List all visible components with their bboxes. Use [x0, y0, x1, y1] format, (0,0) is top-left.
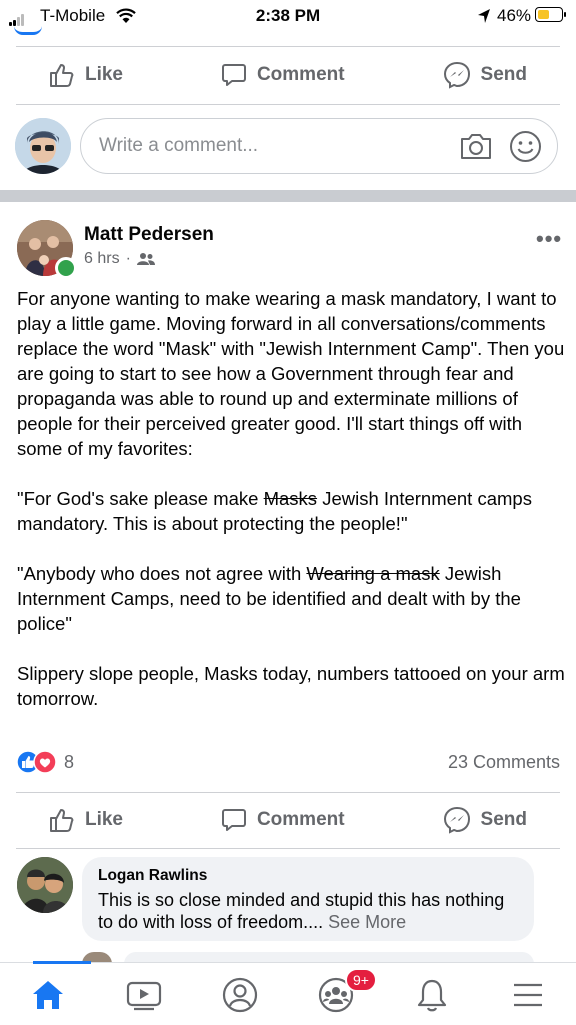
comment-icon [221, 809, 246, 831]
status-bar: T-Mobile 2:38 PM 46% [0, 0, 576, 35]
commenter-avatar-image [17, 857, 73, 913]
see-more-link[interactable]: See More [328, 912, 406, 932]
post-text: "For God's sake please make [17, 488, 264, 509]
video-icon [126, 981, 162, 1011]
previous-post-avatar-edge [14, 26, 42, 35]
post-paragraph: "For God's sake please make Masks Jewish… [17, 486, 565, 536]
online-status-dot [55, 257, 77, 279]
emoji-icon[interactable] [509, 130, 542, 163]
battery-icon [535, 7, 566, 22]
thumbs-up-icon [49, 64, 74, 87]
nav-notifications[interactable] [412, 975, 452, 1015]
nav-home[interactable] [28, 975, 68, 1015]
post-time[interactable]: 6 hrs [84, 250, 120, 268]
location-arrow-icon [478, 9, 490, 23]
comment-button[interactable]: Comment [221, 807, 345, 833]
user-avatar[interactable] [15, 118, 71, 174]
like-label: Like [84, 809, 123, 830]
like-button[interactable]: Like [49, 62, 123, 88]
profile-icon [222, 977, 258, 1013]
post-options-icon[interactable]: ••• [536, 226, 562, 252]
friends-audience-icon[interactable] [136, 252, 155, 266]
comment-body: This is so close minded and stupid this … [98, 890, 505, 932]
struck-text: Wearing a mask [306, 563, 440, 584]
nav-active-indicator [33, 961, 91, 964]
camera-icon[interactable] [459, 131, 493, 161]
comments-count[interactable]: 23 Comments [0, 752, 560, 773]
bottom-nav [0, 962, 576, 1025]
messenger-icon [443, 61, 470, 89]
comment-label: Comment [256, 64, 345, 85]
hamburger-menu-icon [514, 983, 542, 1007]
post-meta: 6 hrs · [84, 250, 155, 268]
comment-label: Comment [256, 809, 345, 830]
comment-bubble[interactable]: Logan Rawlins This is so close minded an… [82, 857, 534, 941]
comment-icon [221, 64, 246, 86]
comment-input-placeholder: Write a comment... [99, 135, 259, 156]
like-label: Like [84, 64, 123, 85]
meta-separator-dot: · [125, 250, 131, 267]
nav-profile[interactable] [220, 975, 260, 1015]
post-text: "Anybody who does not agree with [17, 563, 307, 584]
comment-text: This is so close minded and stupid this … [98, 889, 518, 933]
post-separator [0, 190, 576, 202]
send-button[interactable]: Send [443, 806, 527, 834]
comment-button[interactable]: Comment [221, 62, 345, 88]
send-label: Send [480, 64, 527, 85]
nav-watch[interactable] [124, 975, 164, 1015]
divider [16, 848, 560, 849]
commenter-name[interactable]: Logan Rawlins [98, 867, 518, 885]
commenter-avatar[interactable] [17, 857, 73, 913]
nav-menu[interactable] [508, 975, 548, 1015]
thumbs-up-icon [49, 809, 74, 832]
bell-icon [417, 979, 447, 1012]
post-paragraph: For anyone wanting to make wearing a mas… [17, 288, 565, 459]
previous-post-action-bar: Like Comment Send [0, 45, 576, 105]
home-icon [33, 981, 63, 1009]
post-paragraph: "Anybody who does not agree with Wearing… [17, 561, 565, 636]
send-button[interactable]: Send [443, 61, 527, 89]
battery-percent: 46% [497, 6, 532, 25]
send-label: Send [480, 809, 527, 830]
post-action-bar: Like Comment Send [0, 790, 576, 850]
post-author-name[interactable]: Matt Pedersen [84, 224, 214, 246]
like-button[interactable]: Like [49, 807, 123, 833]
messenger-icon [443, 806, 470, 834]
comment-input[interactable]: Write a comment... [80, 118, 558, 174]
struck-text: Masks [263, 488, 318, 509]
divider [16, 104, 560, 105]
user-avatar-image [15, 118, 71, 174]
groups-notification-badge: 9+ [345, 968, 377, 992]
post-body: For anyone wanting to make wearing a mas… [17, 286, 565, 736]
post-paragraph: Slippery slope people, Masks today, numb… [17, 663, 565, 709]
